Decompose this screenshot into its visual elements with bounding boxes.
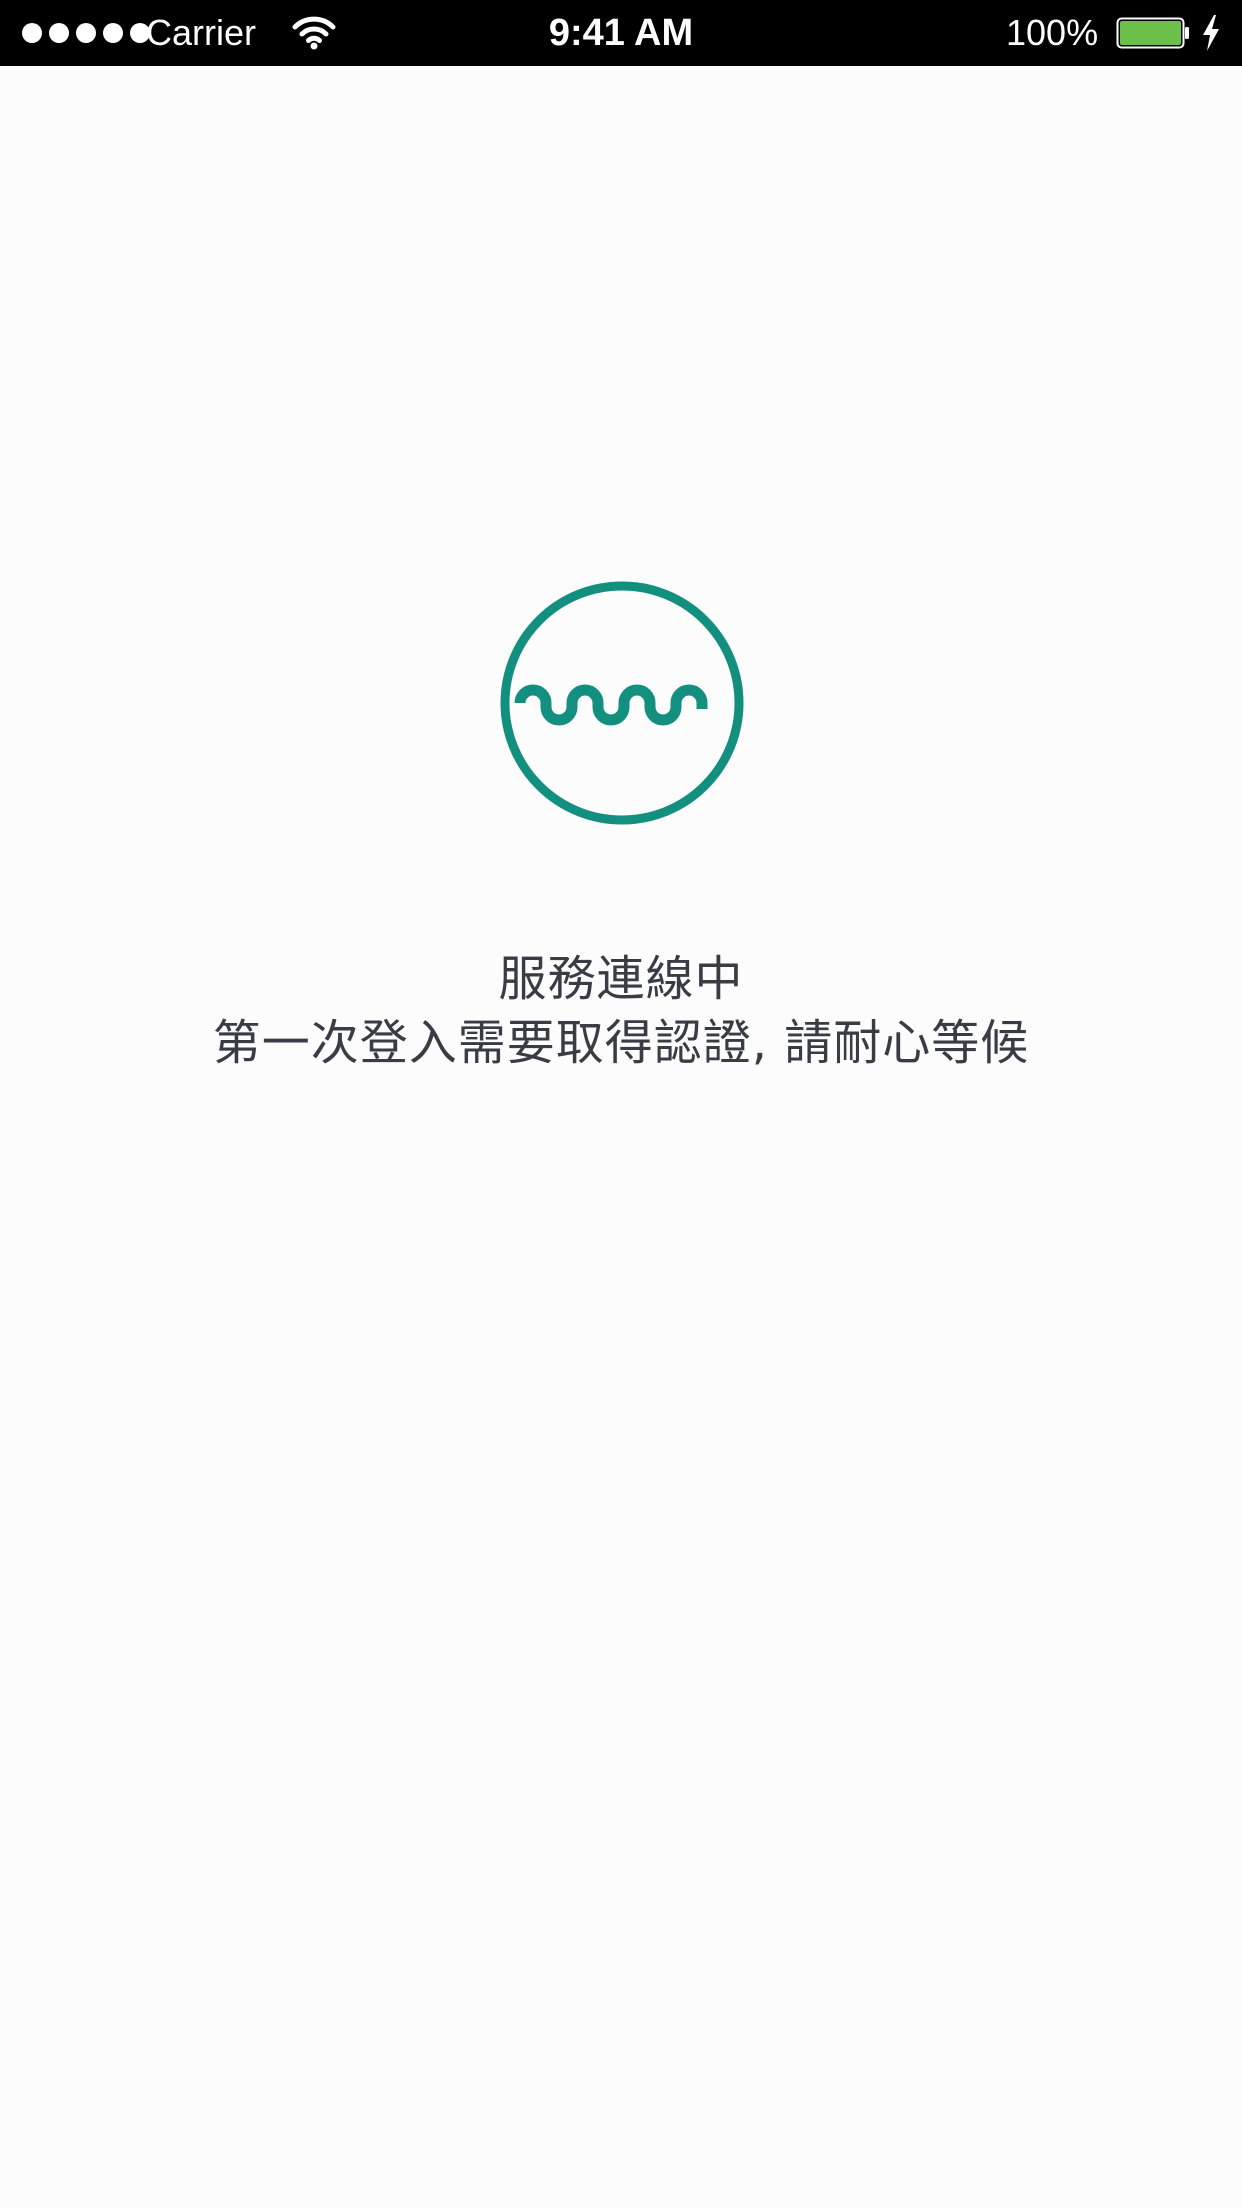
charging-bolt-icon — [1203, 15, 1219, 51]
wave-circle-logo-icon — [500, 581, 744, 825]
detail-message: 第一次登入需要取得認證, 請耐心等候 — [212, 1015, 1030, 1071]
battery-percent: 100% — [1006, 12, 1099, 53]
status-bar: Carrier 9:41 AM 100% — [0, 0, 1242, 66]
battery-icon — [1116, 17, 1189, 49]
status-message: 服務連線中 — [498, 951, 744, 1007]
